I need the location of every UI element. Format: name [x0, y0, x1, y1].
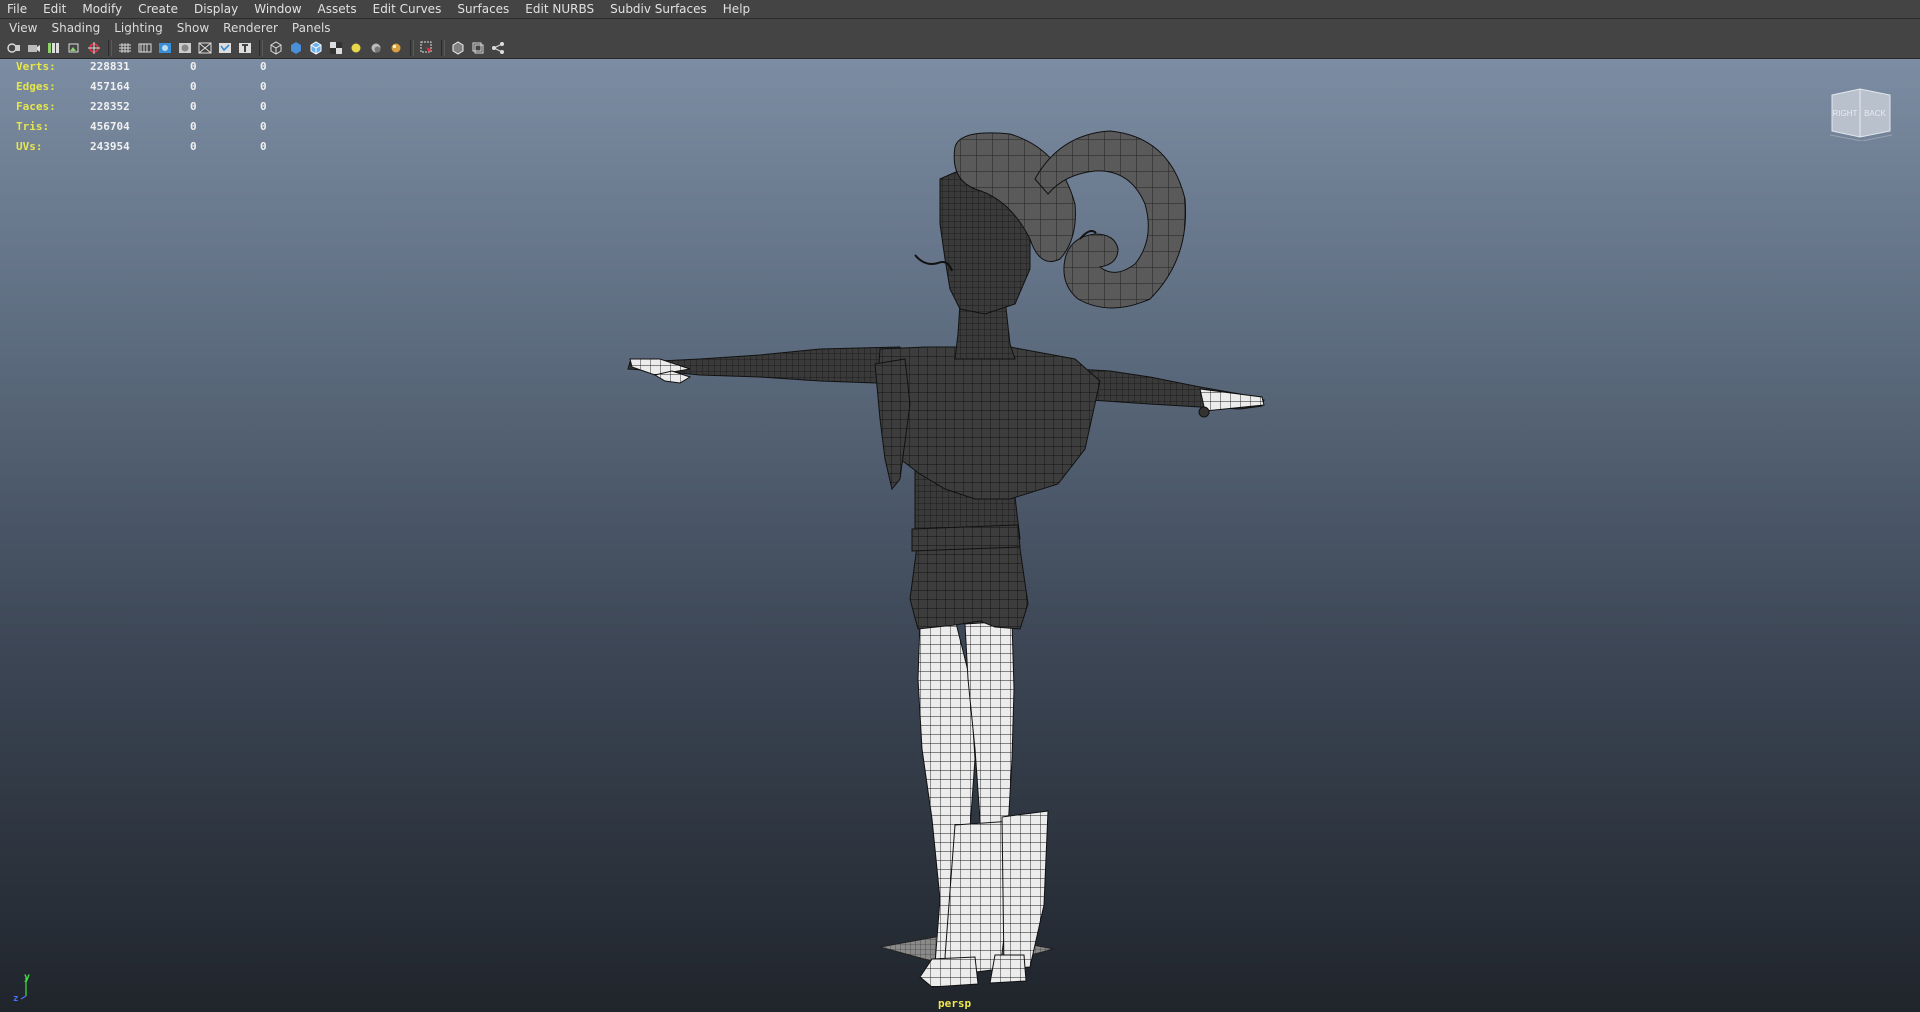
panel-menu-view[interactable]: View: [0, 19, 44, 38]
menu-surfaces[interactable]: Surfaces: [449, 0, 517, 18]
field-chart-icon[interactable]: [197, 40, 213, 56]
wireframe-on-shaded-icon[interactable]: [308, 40, 324, 56]
view-cube-back-face: BACK: [1864, 109, 1886, 118]
ambient-occlusion-icon[interactable]: [388, 40, 404, 56]
wireframe-icon[interactable]: [268, 40, 284, 56]
gate-mask-icon[interactable]: [177, 40, 193, 56]
menu-assets[interactable]: Assets: [310, 0, 365, 18]
panel-menu-panels[interactable]: Panels: [285, 19, 338, 38]
menu-help[interactable]: Help: [715, 0, 758, 18]
menu-edit-curves[interactable]: Edit Curves: [365, 0, 450, 18]
snap-to-grid-icon[interactable]: [86, 40, 102, 56]
panel-menu-bar: View Shading Lighting Show Renderer Pane…: [0, 19, 1920, 38]
camera-attributes-icon[interactable]: [26, 40, 42, 56]
panel-menu-shading[interactable]: Shading: [44, 19, 107, 38]
select-camera-icon[interactable]: [6, 40, 22, 56]
menu-subdiv-surfaces[interactable]: Subdiv Surfaces: [602, 0, 715, 18]
default-light-icon[interactable]: [348, 40, 364, 56]
menu-window[interactable]: Window: [246, 0, 309, 18]
shadows-icon[interactable]: [368, 40, 384, 56]
panel-menu-renderer[interactable]: Renderer: [216, 19, 285, 38]
view-cube[interactable]: RIGHT BACK: [1828, 85, 1894, 141]
bookmarks-icon[interactable]: [46, 40, 62, 56]
textured-icon[interactable]: [328, 40, 344, 56]
legs: [917, 618, 1049, 988]
axis-z-label: z: [13, 994, 18, 1002]
film-gate-icon[interactable]: [137, 40, 153, 56]
xray-icon[interactable]: [450, 40, 466, 56]
camera-name-label: persp: [938, 997, 972, 1010]
menu-create[interactable]: Create: [130, 0, 186, 18]
menu-edit[interactable]: Edit: [35, 0, 74, 18]
grid-toggle-icon[interactable]: [117, 40, 133, 56]
panel-menu-show[interactable]: Show: [170, 19, 216, 38]
image-plane-icon[interactable]: [66, 40, 82, 56]
main-menu-bar: File Edit Modify Create Display Window A…: [0, 0, 1920, 19]
xray-joints-icon[interactable]: [470, 40, 486, 56]
view-cube-right-face: RIGHT: [1833, 109, 1858, 118]
perspective-viewport[interactable]: Verts: 228831 0 0 Edges: 457164 0 0 Face…: [0, 59, 1920, 1012]
smooth-shade-icon[interactable]: [288, 40, 304, 56]
panel-toolbar: [0, 38, 1920, 59]
menu-modify[interactable]: Modify: [74, 0, 130, 18]
panel-menu-lighting[interactable]: Lighting: [107, 19, 170, 38]
isolate-select-icon[interactable]: [419, 40, 435, 56]
camera-sequencer-icon[interactable]: [490, 40, 506, 56]
safe-title-icon[interactable]: [237, 40, 253, 56]
axis-y-label: y: [24, 972, 30, 983]
menu-file[interactable]: File: [0, 0, 35, 18]
safe-action-icon[interactable]: [217, 40, 233, 56]
menu-display[interactable]: Display: [186, 0, 246, 18]
menu-edit-nurbs[interactable]: Edit NURBS: [517, 0, 602, 18]
cape: [874, 346, 1101, 500]
resolution-gate-icon[interactable]: [157, 40, 173, 56]
character-model[interactable]: [0, 59, 1920, 1012]
axis-gizmo: y z: [13, 972, 30, 1002]
